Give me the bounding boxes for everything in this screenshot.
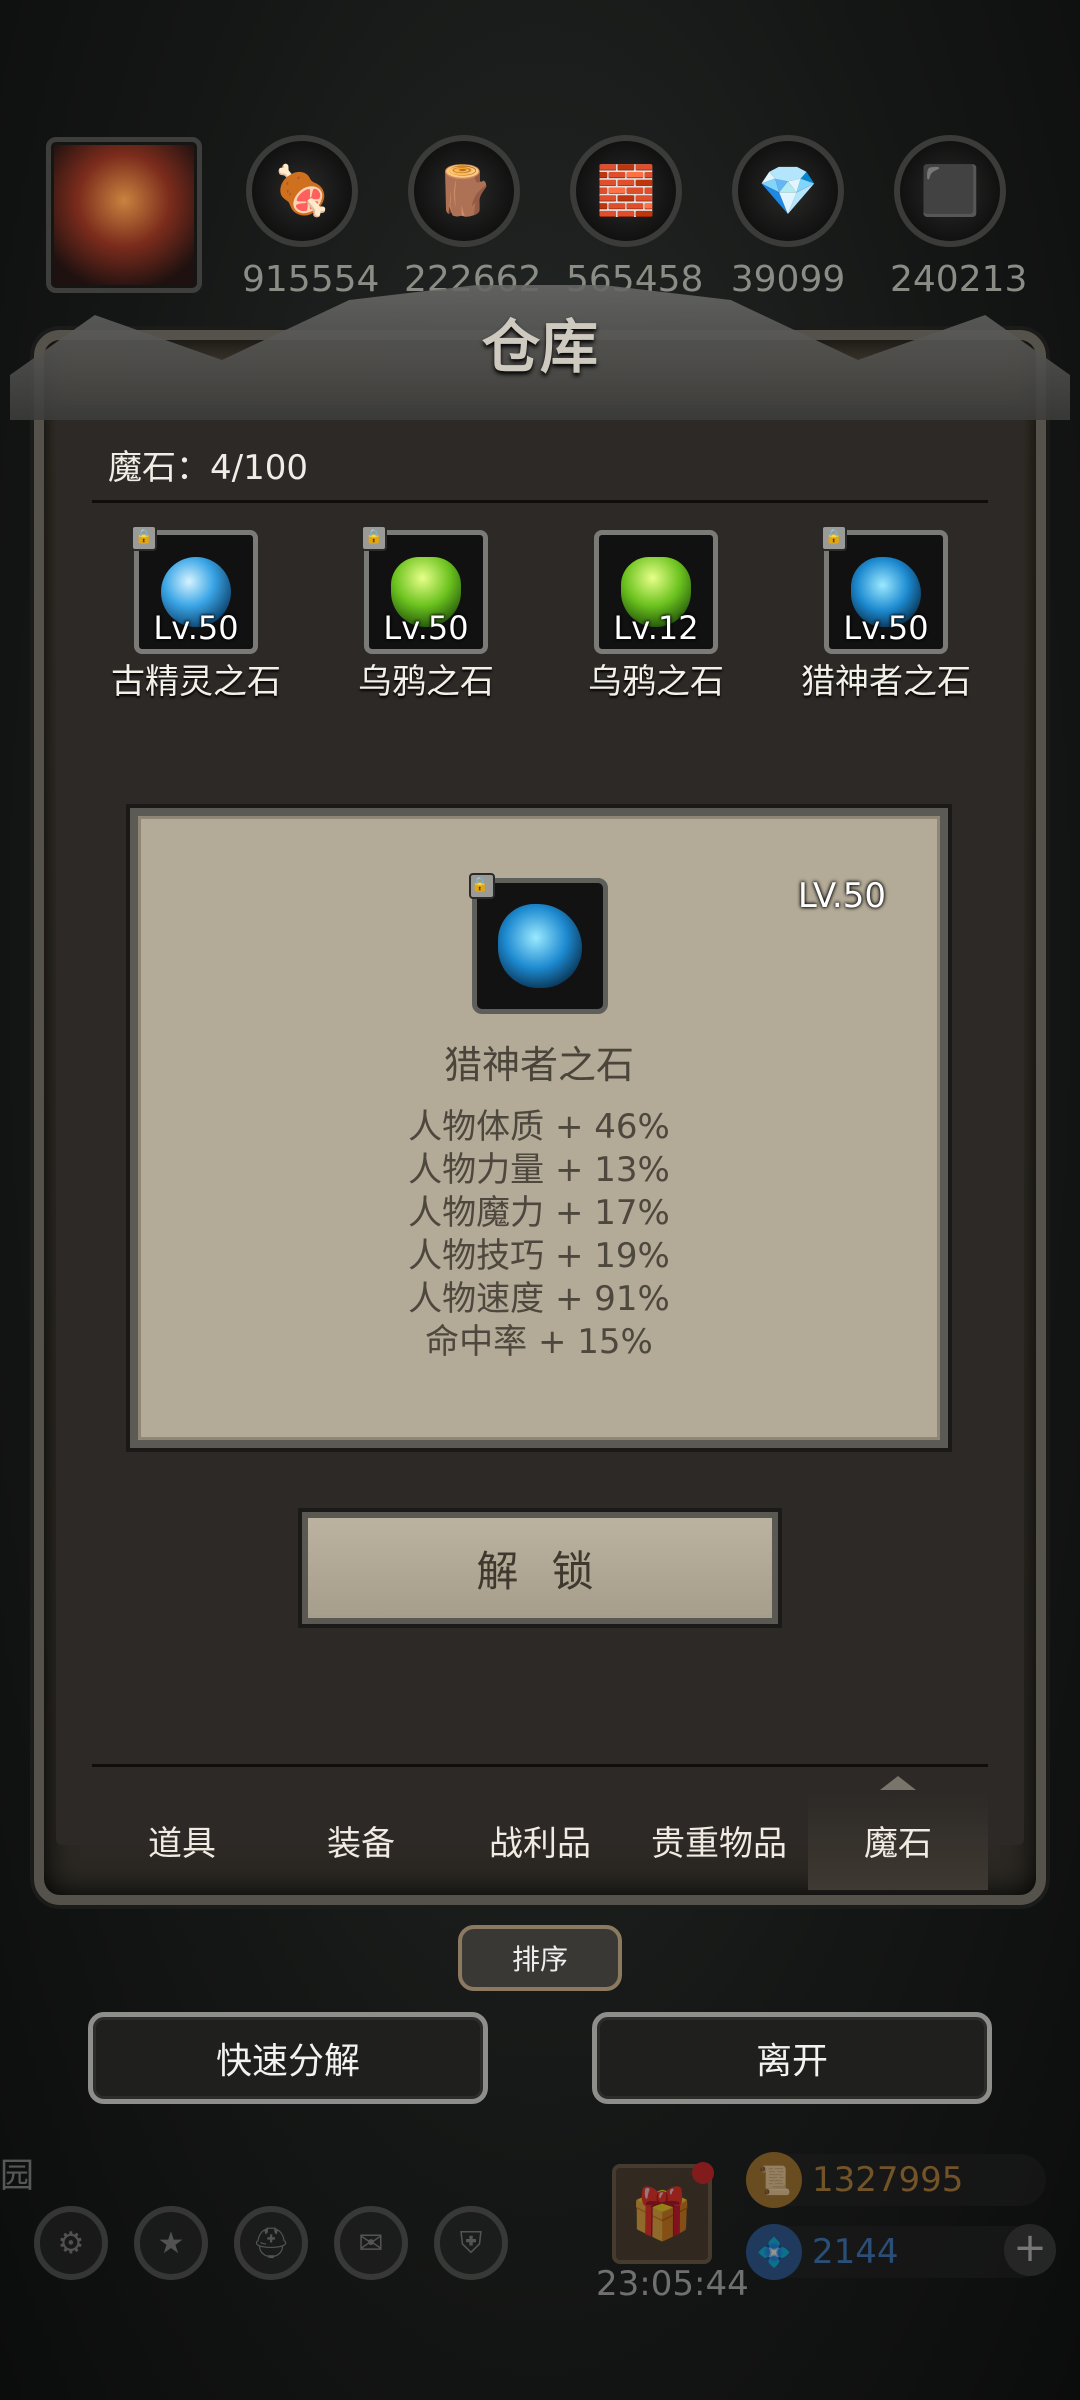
gold-scroll-icon: 📜 bbox=[746, 2152, 802, 2208]
resource-value: 39099 bbox=[730, 259, 846, 300]
stone-name: 乌鸦之石 bbox=[358, 662, 494, 702]
resource-iron: ⬛ 240213 bbox=[890, 135, 1028, 300]
stone-level: Lv.50 bbox=[383, 609, 469, 647]
star-icon: ★ bbox=[134, 2206, 208, 2280]
wood-icon: 🪵 bbox=[408, 135, 520, 247]
tab-equipment[interactable]: 装备 bbox=[271, 1790, 451, 1890]
tab-valuables[interactable]: 贵重物品 bbox=[629, 1790, 809, 1890]
gift-icon: 🎁 bbox=[612, 2162, 714, 2264]
stat-line: 人物技巧 + 19% bbox=[408, 1236, 670, 1276]
panel-title: 仓库 bbox=[481, 313, 598, 381]
warehouse-tabs: 道具 装备 战利品 贵重物品 魔石 bbox=[92, 1776, 988, 1890]
cyan-gem-icon bbox=[498, 904, 582, 988]
lock-icon: 🔒 bbox=[131, 525, 157, 551]
background-hud: ⚙ ★ ⛑ ✉ ⛨ 🎁 23:05:44 📜 1327995 💠 2144 + bbox=[0, 2140, 1080, 2400]
resource-value: 240213 bbox=[890, 259, 1028, 300]
tab-magic-stone[interactable]: 魔石 bbox=[808, 1776, 988, 1890]
sort-button[interactable]: 排序 bbox=[458, 1925, 622, 1991]
stone-slot-2[interactable]: 🔒 Lv.50 乌鸦之石 bbox=[306, 525, 546, 703]
shield-icon: ⛨ bbox=[434, 2206, 508, 2280]
stat-line: 人物速度 + 91% bbox=[408, 1279, 670, 1319]
stone-level: Lv.50 bbox=[153, 609, 239, 647]
divider bbox=[92, 500, 988, 503]
resource-meat: 🍖 915554 bbox=[242, 135, 380, 300]
stat-line: 人物魔力 + 17% bbox=[408, 1193, 670, 1233]
settings-icon: ⚙ bbox=[34, 2206, 108, 2280]
helmet-icon: ⛑ bbox=[234, 2206, 308, 2280]
resource-stone: 🧱 565458 bbox=[566, 135, 703, 300]
stone-slot-4[interactable]: 🔒 Lv.50 猎神者之石 bbox=[766, 525, 1006, 703]
stone-name: 乌鸦之石 bbox=[588, 662, 724, 702]
resource-value: 915554 bbox=[242, 259, 380, 300]
quick-decompose-button[interactable]: 快速分解 bbox=[88, 2012, 488, 2104]
stone-frame: 🔒 Lv.50 bbox=[131, 525, 258, 654]
gold-amount: 1327995 bbox=[812, 2160, 964, 2200]
stone-level: Lv.12 bbox=[613, 609, 699, 647]
stone-name: 猎神者之石 bbox=[801, 662, 971, 702]
detail-name: 猎神者之石 bbox=[443, 1043, 634, 1087]
iron-icon: ⬛ bbox=[894, 135, 1006, 247]
tab-loot[interactable]: 战利品 bbox=[450, 1790, 630, 1890]
stat-line: 命中率 + 15% bbox=[425, 1322, 653, 1362]
stat-line: 人物体质 + 46% bbox=[408, 1107, 670, 1147]
blue-gem-currency-icon: 💠 bbox=[746, 2224, 802, 2280]
divider bbox=[92, 1764, 988, 1767]
stone-level: Lv.50 bbox=[843, 609, 929, 647]
stone-detail-card: LV.50 🔒 猎神者之石 人物体质 + 46% 人物力量 + 13% 人物魔力… bbox=[130, 808, 948, 1448]
gem-currency: 💠 2144 bbox=[746, 2224, 1046, 2280]
add-currency-icon: + bbox=[1004, 2224, 1056, 2276]
unlock-button[interactable]: 解 锁 bbox=[302, 1512, 778, 1624]
resource-bar: 🍖 915554 🪵 222662 🧱 565458 💎 39099 ⬛ 240… bbox=[0, 135, 1080, 305]
meat-icon: 🍖 bbox=[246, 135, 358, 247]
crystal-icon: 💎 bbox=[732, 135, 844, 247]
resource-crystal: 💎 39099 bbox=[728, 135, 848, 300]
leave-button[interactable]: 离开 bbox=[592, 2012, 992, 2104]
mail-icon: ✉ bbox=[334, 2206, 408, 2280]
detail-level: LV.50 bbox=[797, 876, 886, 916]
stone-frame: 🔒 Lv.50 bbox=[821, 525, 948, 654]
stone-name: 古精灵之石 bbox=[111, 662, 281, 702]
lock-icon: 🔒 bbox=[469, 873, 495, 899]
player-avatar[interactable] bbox=[46, 137, 202, 293]
stat-list: 人物体质 + 46% 人物力量 + 13% 人物魔力 + 17% 人物技巧 + … bbox=[138, 1106, 940, 1364]
gold-currency: 📜 1327995 bbox=[746, 2152, 1046, 2208]
lock-icon: 🔒 bbox=[361, 525, 387, 551]
resource-wood: 🪵 222662 bbox=[404, 135, 541, 300]
gift-timer: 23:05:44 bbox=[596, 2264, 749, 2304]
stone-frame: 🔒 Lv.50 bbox=[361, 525, 488, 654]
detail-stone-frame: 🔒 bbox=[469, 873, 608, 1014]
magic-stone-capacity: 魔石：4/100 bbox=[108, 448, 308, 488]
stone-slot-3[interactable]: Lv.12 乌鸦之石 bbox=[536, 530, 776, 703]
gem-amount: 2144 bbox=[812, 2232, 899, 2272]
stone-slot-1[interactable]: 🔒 Lv.50 古精灵之石 bbox=[76, 525, 316, 703]
tab-items[interactable]: 道具 bbox=[92, 1790, 272, 1890]
notification-dot bbox=[692, 2162, 714, 2184]
lock-icon: 🔒 bbox=[821, 525, 847, 551]
stone-frame: Lv.12 bbox=[594, 530, 718, 654]
stone-icon: 🧱 bbox=[570, 135, 682, 247]
stat-line: 人物力量 + 13% bbox=[408, 1150, 670, 1190]
